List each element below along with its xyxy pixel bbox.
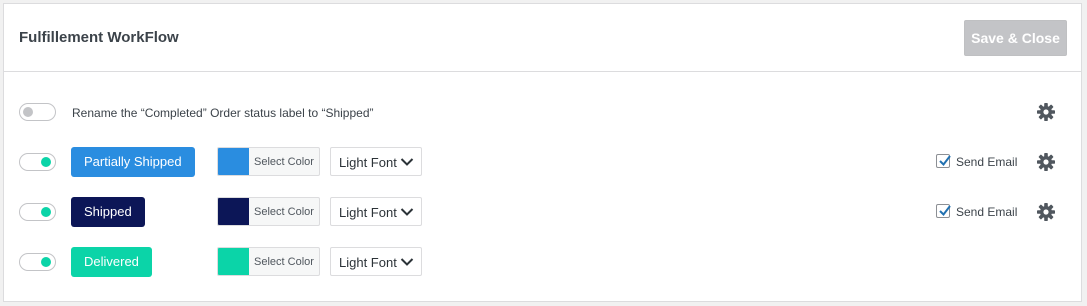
color-swatch[interactable]	[218, 248, 249, 275]
checkmark-icon	[939, 155, 951, 167]
send-email-label: Send Email	[956, 205, 1018, 219]
font-select[interactable]: Light Font	[330, 147, 422, 176]
color-picker[interactable]: Select Color	[217, 147, 320, 176]
color-picker[interactable]: Select Color	[217, 247, 320, 276]
color-picker[interactable]: Select Color	[217, 197, 320, 226]
workflow-panel: Fulfillement WorkFlow Save & Close Renam…	[3, 3, 1082, 302]
send-email-checkbox[interactable]	[936, 204, 951, 218]
select-color-label: Select Color	[254, 156, 314, 168]
status-row-shipped: Shipped Select Color Light Font Send Ema…	[4, 194, 1081, 230]
rename-toggle[interactable]	[19, 103, 56, 121]
font-select[interactable]: Light Font	[330, 197, 422, 226]
font-select[interactable]: Light Font	[330, 247, 422, 276]
chevron-down-icon	[400, 208, 414, 216]
chevron-down-icon	[400, 158, 414, 166]
status-label-badge: Delivered	[71, 247, 152, 277]
status-row-delivered: Delivered Select Color Light Font	[4, 244, 1081, 280]
select-color-label: Select Color	[254, 206, 314, 218]
font-select-value: Light Font	[339, 255, 397, 270]
chevron-down-icon	[400, 258, 414, 266]
toggle-knob	[41, 157, 51, 167]
toggle-knob	[23, 107, 33, 117]
status-toggle[interactable]	[19, 203, 56, 221]
color-swatch[interactable]	[218, 198, 249, 225]
rename-label: Rename the “Completed” Order status labe…	[72, 106, 374, 120]
status-toggle[interactable]	[19, 153, 56, 171]
rename-completed-row: Rename the “Completed” Order status labe…	[4, 94, 1081, 130]
gear-icon[interactable]	[1036, 202, 1056, 222]
checkmark-icon	[939, 205, 951, 217]
toggle-knob	[41, 207, 51, 217]
panel-header: Fulfillement WorkFlow Save & Close	[4, 4, 1081, 72]
select-color-label: Select Color	[254, 256, 314, 268]
font-select-value: Light Font	[339, 155, 397, 170]
color-swatch[interactable]	[218, 148, 249, 175]
status-row-partially-shipped: Partially Shipped Select Color Light Fon…	[4, 144, 1081, 180]
send-email-checkbox[interactable]	[936, 154, 951, 168]
send-email-label: Send Email	[956, 155, 1018, 169]
status-label-badge: Partially Shipped	[71, 147, 195, 177]
status-toggle[interactable]	[19, 253, 56, 271]
status-label-badge: Shipped	[71, 197, 145, 227]
gear-icon[interactable]	[1036, 152, 1056, 172]
toggle-knob	[41, 257, 51, 267]
font-select-value: Light Font	[339, 205, 397, 220]
save-close-button[interactable]: Save & Close	[964, 20, 1067, 56]
gear-icon[interactable]	[1036, 102, 1056, 122]
page-title: Fulfillement WorkFlow	[19, 29, 179, 46]
